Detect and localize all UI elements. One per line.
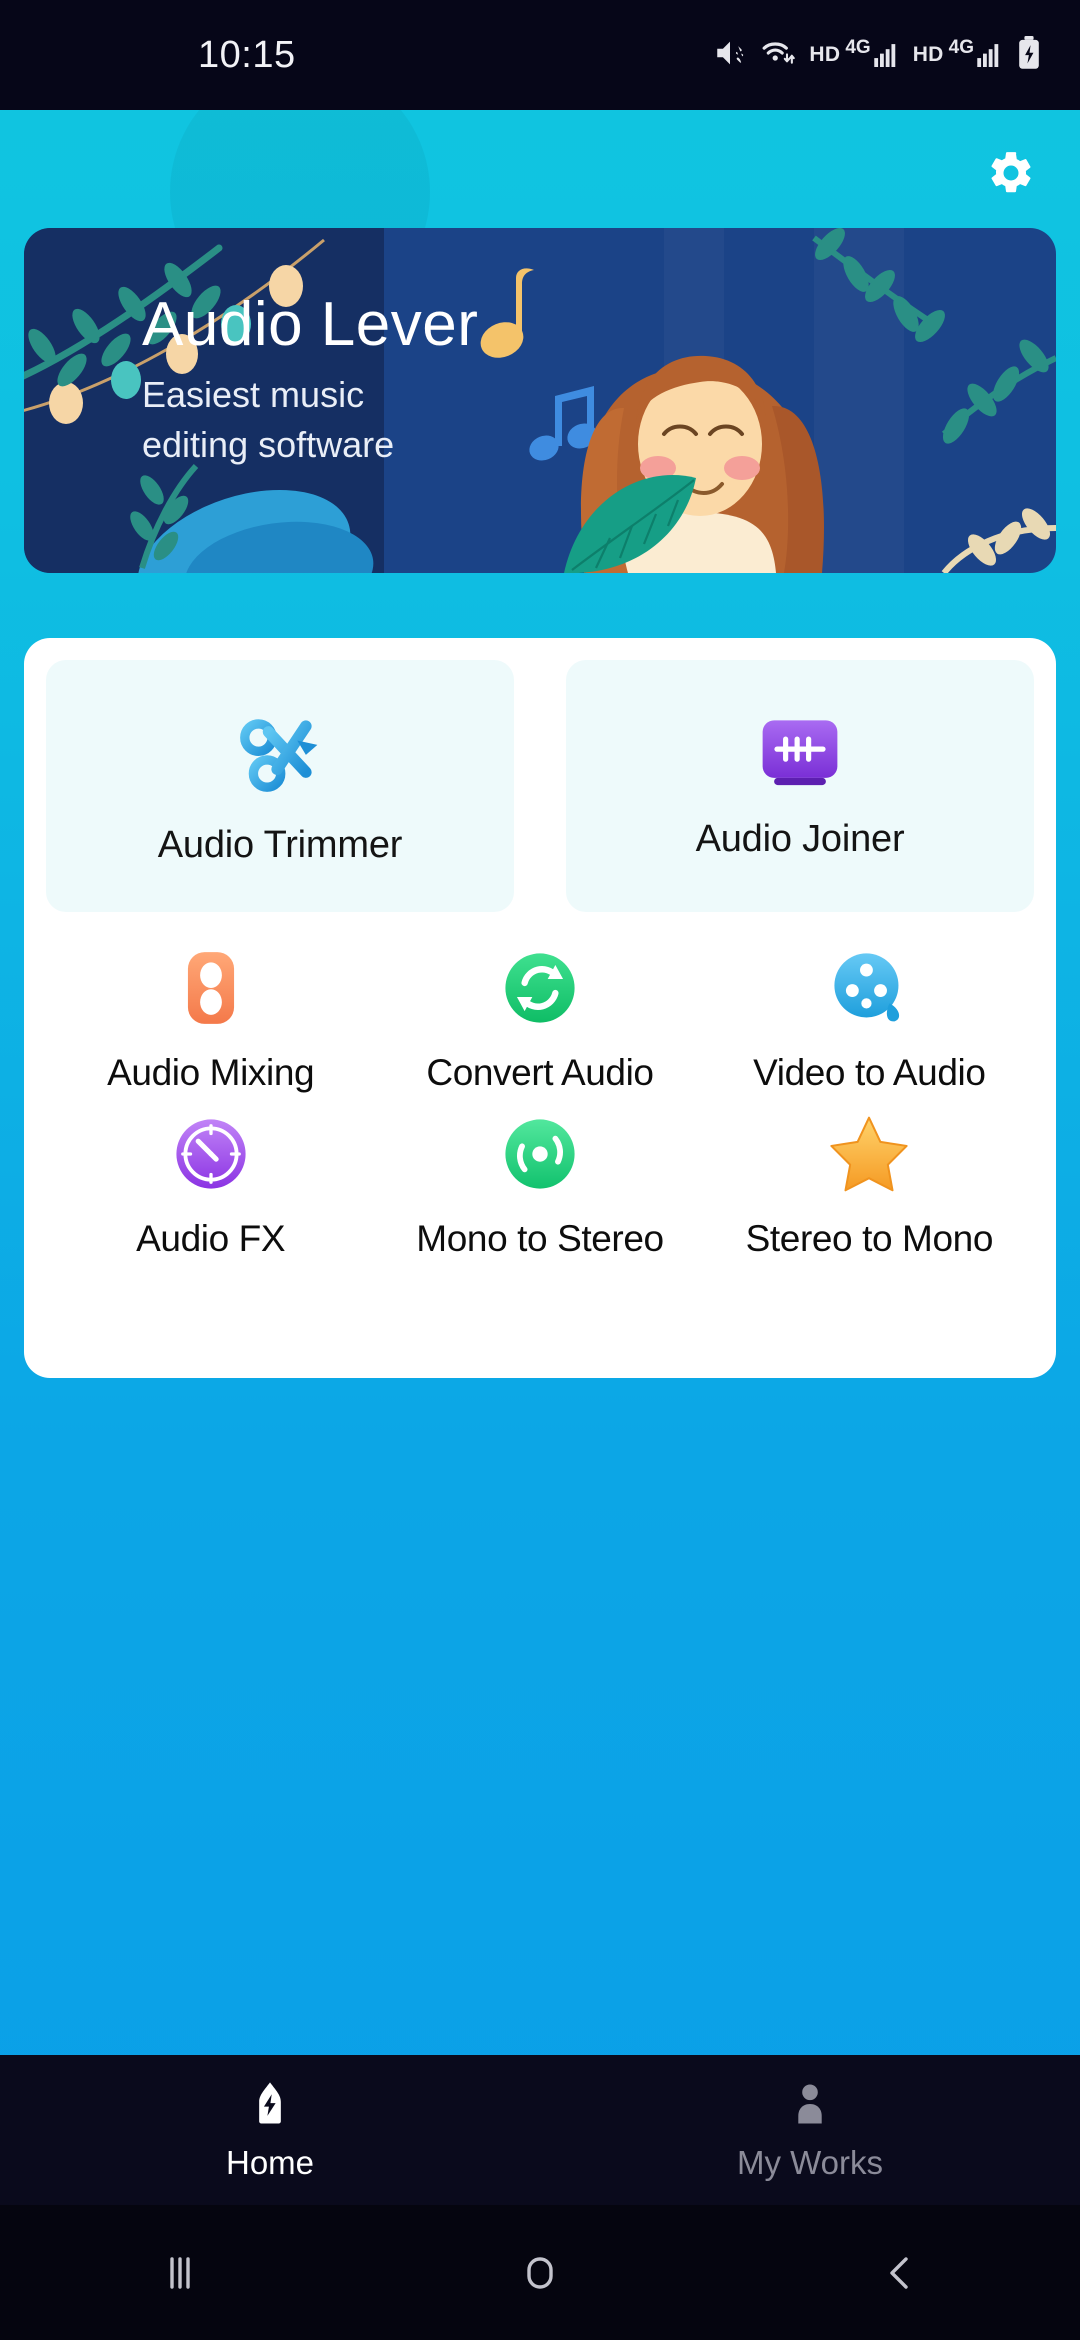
scissors-icon [234, 706, 326, 798]
back-chevron-icon[interactable] [720, 2249, 1080, 2297]
disc-icon [499, 1106, 581, 1202]
music-note-gold [480, 268, 534, 358]
sim2-status: HD 4G [912, 37, 1003, 72]
tool-card-audio-trimmer[interactable]: Audio Trimmer [46, 660, 514, 912]
tools-grid: Audio Mixing Convert Audio Video to Audi… [46, 934, 1034, 1260]
tool-item-audio-mixing[interactable]: Audio Mixing [46, 934, 375, 1094]
nav-label-home: Home [225, 2144, 315, 2181]
battery-charging-icon [1016, 35, 1042, 75]
nav-item-my-works[interactable]: My Works [540, 2055, 1080, 2205]
nav-label-my-works: My Works [736, 2144, 884, 2181]
tool-label: Audio Joiner [695, 818, 905, 860]
home-circle-icon[interactable] [360, 2249, 720, 2297]
hd-label-sim1: HD [809, 43, 841, 66]
status-bar: 10:15 HD 4G HD 4G [0, 0, 1080, 110]
tool-item-stereo-to-mono[interactable]: Stereo to Mono [705, 1100, 1034, 1260]
tool-item-mono-to-stereo[interactable]: Mono to Stereo [375, 1100, 704, 1260]
hd-label-sim2: HD [912, 43, 944, 66]
tool-item-audio-fx[interactable]: Audio FX [46, 1100, 375, 1260]
tool-label: Mono to Stereo [416, 1218, 664, 1259]
nav-item-home[interactable]: Home [0, 2055, 540, 2205]
woman-illustration [564, 355, 824, 573]
featured-tools-row: Audio Trimmer Audio Joiner [46, 660, 1034, 912]
tool-label: Audio Mixing [107, 1052, 315, 1093]
film-reel-icon [828, 940, 910, 1036]
sync-arrows-icon [499, 940, 581, 1036]
signal-bars-sim2 [977, 39, 1003, 72]
recents-icon[interactable] [0, 2249, 360, 2297]
tool-item-convert-audio[interactable]: Convert Audio [375, 934, 704, 1094]
tool-card-audio-joiner[interactable]: Audio Joiner [566, 660, 1034, 912]
network-4g-sim1: 4G [845, 37, 871, 58]
joiner-icon [754, 706, 846, 798]
tool-label: Stereo to Mono [745, 1218, 994, 1259]
status-icons-group: HD 4G HD 4G [713, 35, 1042, 75]
tool-label: Audio Trimmer [157, 824, 403, 866]
tools-panel: Audio Trimmer Audio Joiner Audio Mixing … [24, 638, 1056, 1378]
gear-icon[interactable] [980, 142, 1042, 204]
tool-label: Convert Audio [426, 1052, 654, 1093]
app-screen: 10:15 HD 4G HD 4G Audio Lever Easiest mu… [0, 0, 1080, 2340]
mixer-icon [170, 940, 252, 1036]
signal-bars-sim1 [873, 39, 900, 72]
promo-banner[interactable]: Audio Lever Easiest music editing softwa… [24, 228, 1056, 573]
banner-subtitle-line2: editing software [142, 424, 395, 466]
android-navigation-bar [0, 2205, 1080, 2340]
clock-icon [170, 1106, 252, 1202]
person-icon [784, 2078, 836, 2135]
bottom-navigation: Home My Works [0, 2055, 1080, 2205]
tool-label: Audio FX [136, 1218, 286, 1259]
mute-icon [713, 36, 747, 75]
sim1-status: HD 4G [809, 37, 900, 72]
banner-text-block: Audio Lever Easiest music editing softwa… [142, 292, 478, 470]
banner-subtitle-line1: Easiest music [142, 374, 365, 416]
network-4g-sim2: 4G [948, 37, 974, 58]
tool-label: Video to Audio [753, 1052, 986, 1093]
bolt-shield-icon [244, 2078, 296, 2135]
status-time: 10:15 [198, 33, 296, 76]
wifi-icon [760, 36, 796, 75]
tool-item-video-to-audio[interactable]: Video to Audio [705, 934, 1034, 1094]
banner-title: Audio Lever [142, 290, 479, 359]
star-icon [826, 1106, 912, 1202]
